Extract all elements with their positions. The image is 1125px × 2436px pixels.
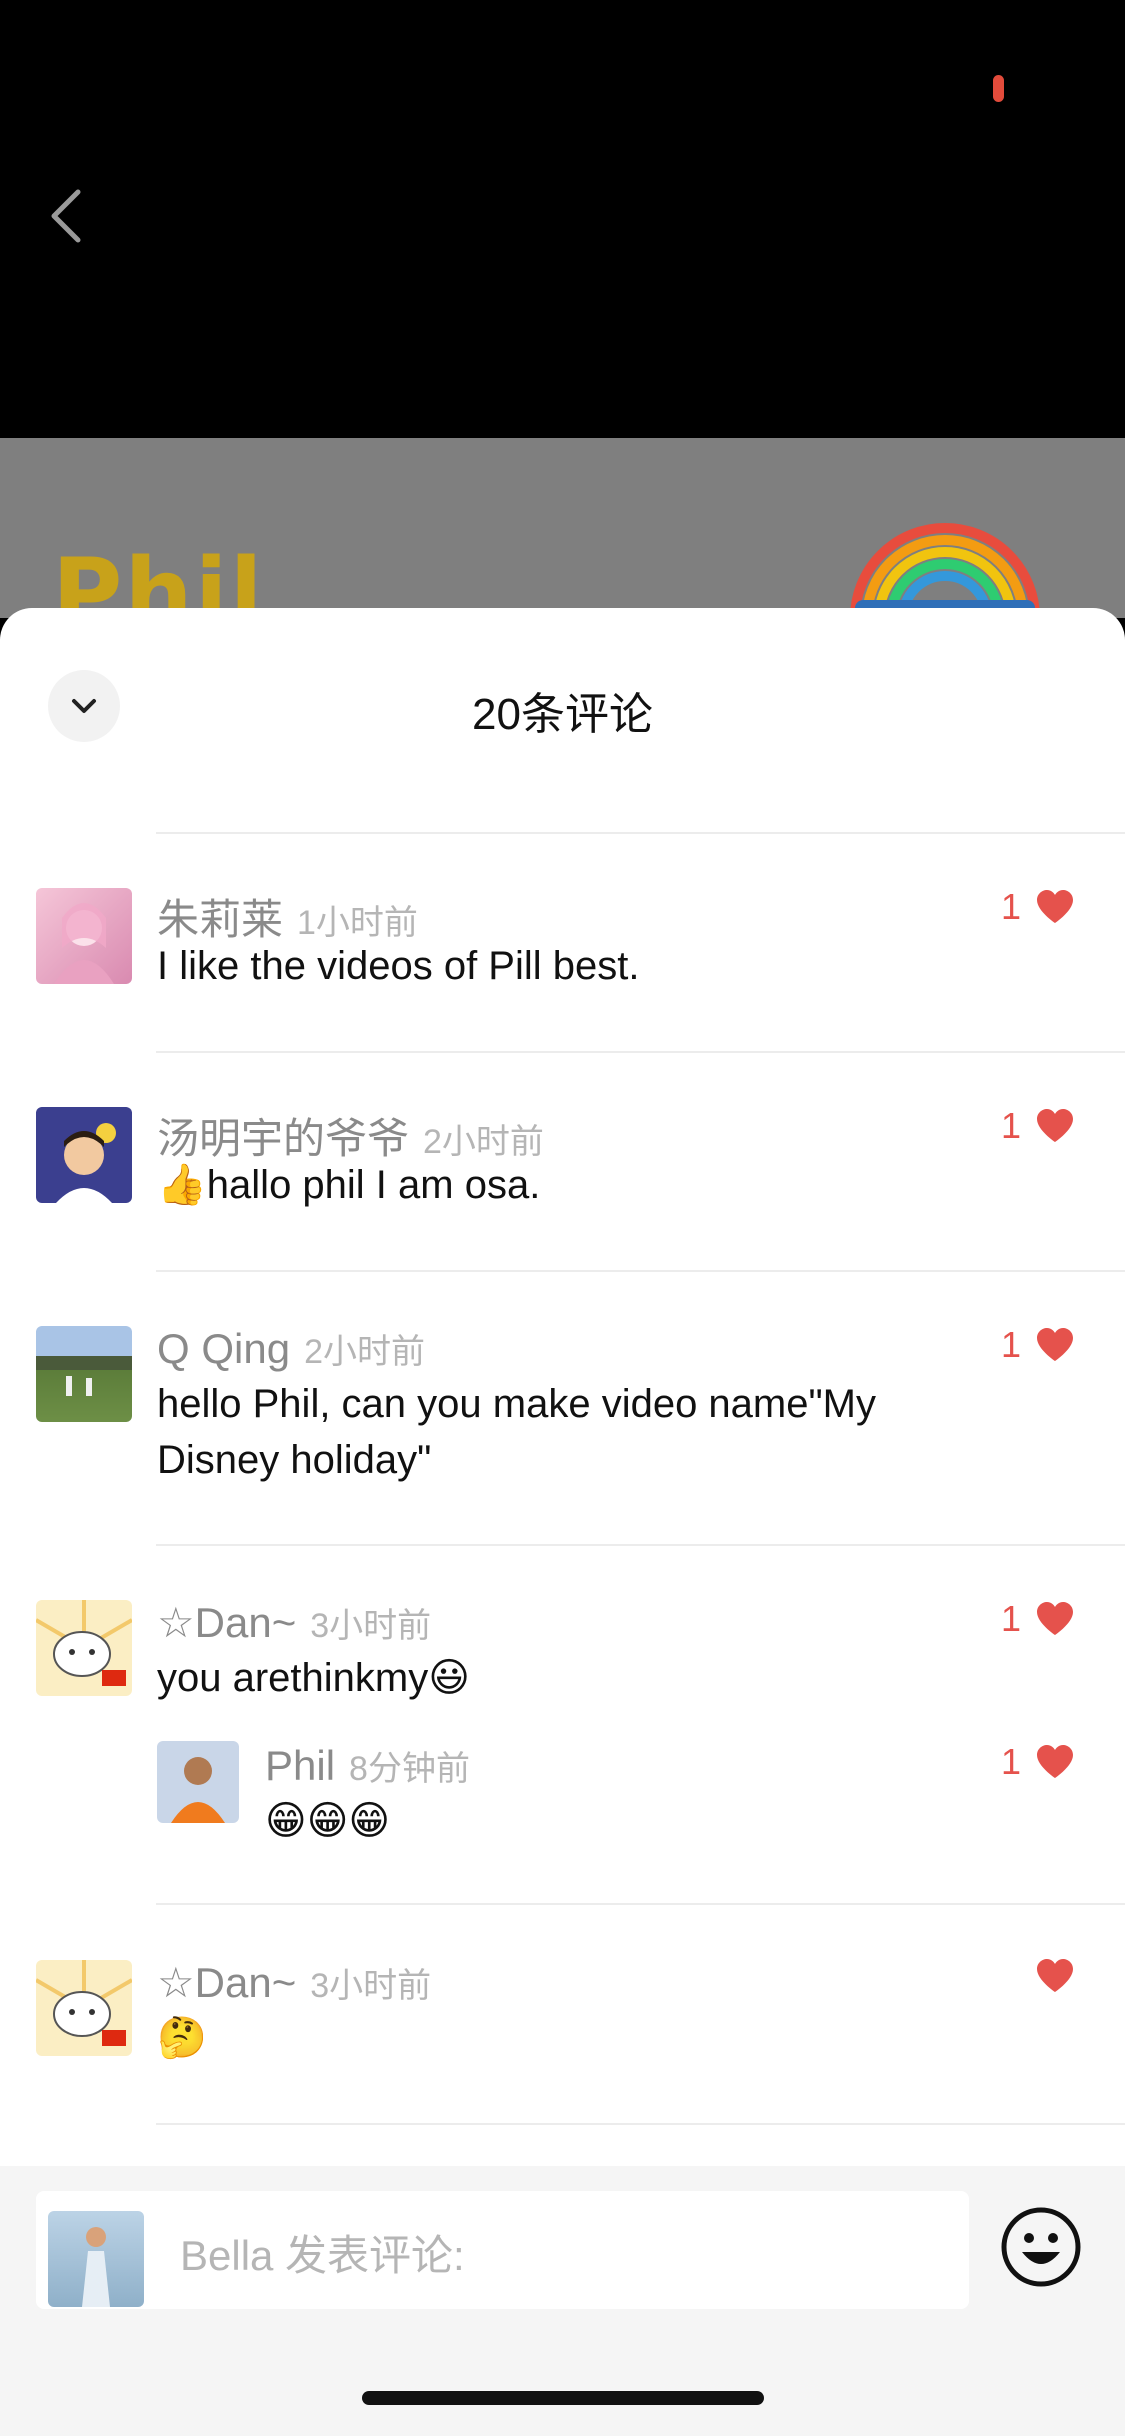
comment-item[interactable]: 朱莉莱 1小时前 I like the videos of Pill best. … [0,886,1125,1046]
like-count: 1 [1000,886,1021,927]
comment-author[interactable]: ☆Dan~ [157,1959,296,2006]
reply-time: 8分钟前 [349,1750,470,1788]
home-indicator[interactable] [362,2391,764,2405]
heart-icon [1037,1109,1073,1142]
chevron-left-icon [51,189,81,243]
like-button[interactable] [1021,1958,1075,1994]
comment-time: 3小时前 [310,1967,432,2005]
comment-text: 👍hallo phil I am osa. [157,1163,541,1207]
comment-input[interactable] [36,2191,969,2309]
comment-item[interactable]: 汤明宇的爷爷 2小时前 👍hallo phil I am osa. 1 [0,1105,1125,1265]
comment-item[interactable]: Q Qing 2小时前 hello Phil, can you make vide… [0,1324,1125,1539]
avatar[interactable] [36,888,132,984]
avatar-image [54,903,114,984]
comment-time: 3小时前 [310,1607,432,1645]
divider [156,832,1125,834]
divider [156,1903,1125,1905]
like-button[interactable]: 1 [1001,1598,1075,1640]
avatar-image [36,1600,132,1686]
sonic-adventure-logo [850,523,1040,618]
like-button[interactable]: 1 [1001,1324,1075,1366]
like-count: 1 [1000,1598,1021,1639]
comment-time: 2小时前 [423,1123,544,1161]
comment-input-placeholder[interactable]: Bella 发表评论: [180,2222,465,2283]
smiley-icon [1001,2207,1081,2287]
avatar-image [82,2227,110,2307]
comment-header: ☆Dan~ 3小时前 [157,1598,431,1647]
comment-text: 🤔 [157,2016,207,2060]
comment-time: 2小时前 [304,1333,425,1371]
comments-sheet: 20条评论 朱莉莱 1小时前 I like the videos of Pill … [0,608,1125,2436]
avatar[interactable] [36,1326,132,1422]
avatar[interactable] [157,1741,239,1823]
like-count: 1 [1000,1741,1021,1782]
comments-count-title: 20条评论 [472,690,653,739]
avatar[interactable] [36,1107,132,1203]
like-button[interactable]: 1 [1001,1741,1075,1783]
recording-indicator [993,75,1004,102]
like-count: 1 [1000,1105,1021,1146]
user-avatar [48,2211,144,2307]
avatar-image [36,1356,132,1396]
avatar[interactable] [36,1960,132,2056]
like-count: 1 [1000,1324,1021,1365]
divider [156,1544,1125,1546]
reply-text: 😁😁😁 [265,1799,391,1843]
comment-author[interactable]: ☆Dan~ [157,1599,296,1646]
avatar-image [36,1960,132,2046]
comment-text: I like the videos of Pill best. [157,944,640,988]
avatar[interactable] [36,1600,132,1696]
reply-header: Phil 8分钟前 [265,1741,470,1790]
divider [156,1270,1125,1272]
heart-icon [1037,1602,1073,1635]
emoji-button[interactable] [1000,2206,1082,2288]
comment-text: hello Phil, can you make video name"My D… [157,1382,877,1482]
heart-icon [1037,890,1073,923]
comment-item[interactable]: ☆Dan~ 3小时前 you arethinkmy😃 1 Phil 8分钟前 😁😁😁… [0,1598,1125,1898]
comment-author[interactable]: 汤明宇的爷爷 [157,1115,409,1162]
comment-header: Q Qing 2小时前 [157,1324,425,1373]
comment-text: you arethinkmy😃 [157,1656,470,1700]
reply-author[interactable]: Phil [265,1742,335,1789]
comment-header: ☆Dan~ 3小时前 [157,1958,431,2007]
video-preview: Phil [0,438,1125,618]
divider [156,2123,1125,2125]
video-player-area[interactable] [0,0,1125,438]
like-button[interactable]: 1 [1001,1105,1075,1147]
avatar-image [171,1757,225,1823]
back-button[interactable] [40,180,92,252]
heart-icon [1037,1328,1073,1361]
comment-time: 1小时前 [297,904,418,942]
like-button[interactable]: 1 [1001,886,1075,928]
reply-item[interactable]: Phil 8分钟前 😁😁😁 1 [0,1741,1125,1861]
heart-icon [1037,1959,1073,1992]
avatar-image [56,1123,116,1203]
comment-item[interactable]: ☆Dan~ 3小时前 🤔 [0,1958,1125,2118]
comment-author[interactable]: Q Qing [157,1325,290,1372]
comment-author[interactable]: 朱莉莱 [157,896,283,943]
divider [156,1051,1125,1053]
video-title-art: Phil [52,538,265,618]
heart-icon [1037,1745,1073,1778]
